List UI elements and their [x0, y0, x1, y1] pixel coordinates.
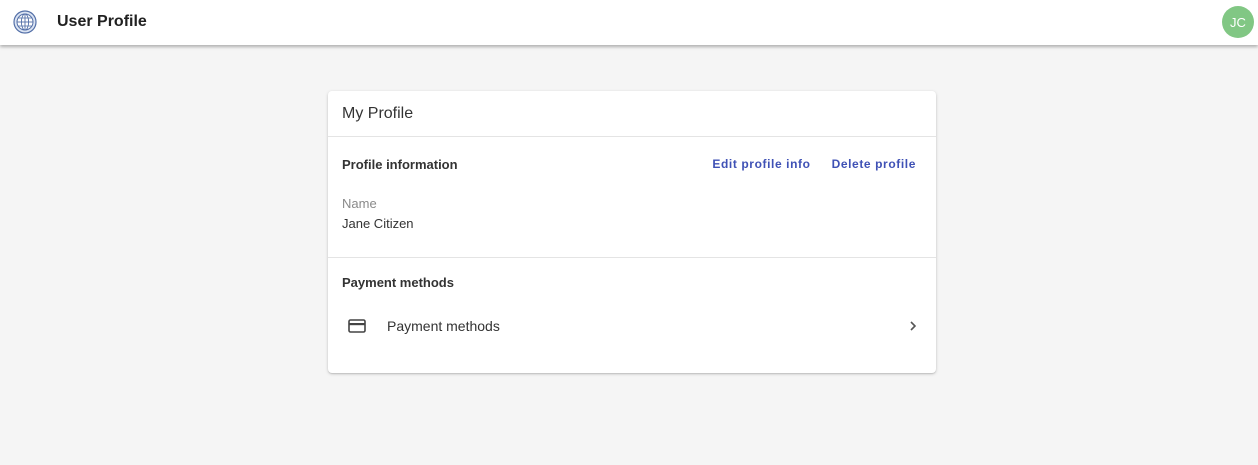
profile-information-heading: Profile information — [342, 157, 458, 172]
payment-methods-row-label: Payment methods — [387, 318, 500, 334]
name-value: Jane Citizen — [342, 216, 414, 231]
payment-methods-heading: Payment methods — [342, 275, 454, 290]
payment-methods-row[interactable]: Payment methods — [328, 306, 936, 346]
edit-profile-button[interactable]: Edit profile info — [712, 157, 810, 171]
name-label: Name — [342, 196, 377, 211]
delete-profile-button[interactable]: Delete profile — [832, 157, 916, 171]
credit-card-icon — [348, 319, 366, 333]
globe-icon — [13, 10, 37, 34]
card-header: My Profile — [328, 91, 936, 137]
card-title: My Profile — [342, 105, 414, 122]
user-avatar[interactable]: JC — [1222, 6, 1254, 38]
app-title: User Profile — [57, 13, 147, 30]
payment-methods-section: Payment methods Payment methods — [328, 258, 936, 372]
profile-actions: Edit profile info Delete profile — [712, 157, 916, 171]
profile-information-section: Profile information Edit profile info De… — [328, 137, 936, 258]
profile-card: My Profile Profile information Edit prof… — [328, 91, 936, 373]
chevron-right-icon — [907, 319, 919, 333]
app-bar: User Profile JC — [0, 0, 1258, 45]
